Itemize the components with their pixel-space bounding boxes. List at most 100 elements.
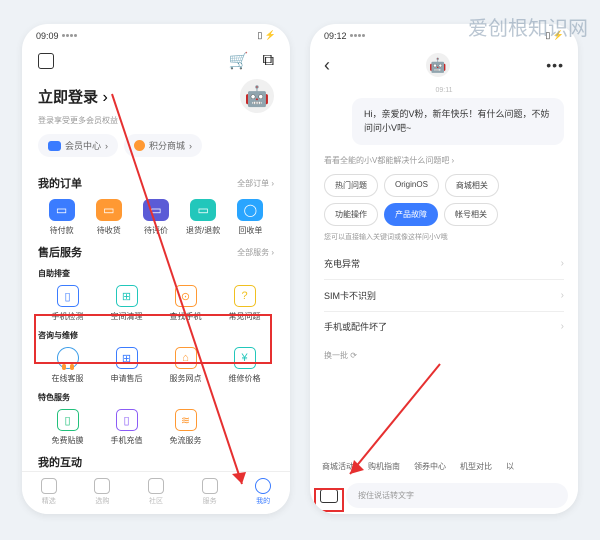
status-icons: ▯ ⚡ [257,30,276,41]
clean-icon: ⊞ [116,285,138,307]
avatar[interactable]: 🤖 [240,79,274,113]
heart-icon [41,478,57,494]
order-pending-receive[interactable]: ▭待收货 [87,199,131,236]
faq-sim[interactable]: SIM卡不识别› [310,280,578,311]
help-prompt[interactable]: 看看全能的小V都能解决什么问题吧 › [310,155,578,166]
faq-charge[interactable]: 充电异常› [310,248,578,279]
settings-icon[interactable] [38,53,54,69]
apply-aftersales[interactable]: ⊞申请售后 [97,347,156,384]
chip-mall[interactable]: 商城相关 [445,174,499,197]
status-bar: 09:12 ▯ ⚡ [310,24,578,47]
login-arrow: › [102,89,107,106]
online-service[interactable]: 在线客服 [38,347,97,384]
nav-featured[interactable]: 精选 [41,478,57,506]
chevron-right-icon: › [561,258,564,269]
bag-icon [94,478,110,494]
cat-mall-activity[interactable]: 商城活动 [322,461,354,472]
chevron-right-icon: › [561,321,564,332]
chat-timestamp: 09:11 [310,87,578,94]
cart-icon[interactable]: 🛒 [229,51,249,71]
aftersales-title: 售后服务 [38,244,82,260]
login-subtitle: 登录享受更多会员权益 [22,113,290,134]
consult-title: 咨询与维修 [38,330,274,341]
orders-link[interactable]: 全部订单 › [237,178,274,189]
order-refund[interactable]: ▭退货/退款 [181,199,225,236]
free-data[interactable]: ≋免流服务 [156,409,215,446]
category-scroll[interactable]: 商城活动 购机指南 领券中心 机型对比 以 [310,455,578,478]
phone-right: 09:12 ▯ ⚡ ‹ 🤖 ••• 09:11 Hi，亲爱的V粉，新年快乐！有什… [310,24,578,514]
find-phone[interactable]: ⊙查找手机 [156,285,215,322]
special-title: 特色服务 [38,392,274,403]
chip-function[interactable]: 功能操作 [324,203,378,226]
interact-title: 我的互动 [38,454,82,470]
chip-product-fault[interactable]: 产品故障 [384,203,438,226]
phone-icon: ▯ [57,285,79,307]
service-point[interactable]: ⌂服务网点 [156,347,215,384]
faq-broken[interactable]: 手机或配件坏了› [310,311,578,342]
refund-icon: ▭ [190,199,216,221]
space-clean[interactable]: ⊞空间清理 [97,285,156,322]
form-icon: ⊞ [116,347,138,369]
aftersales-link[interactable]: 全部服务 › [237,247,274,258]
order-pending-review[interactable]: ▭待评价 [134,199,178,236]
nav-community[interactable]: 社区 [148,478,164,506]
chip-hot[interactable]: 热门问题 [324,174,378,197]
status-icons: ▯ ⚡ [545,30,564,41]
repair-price[interactable]: ¥维修价格 [215,347,274,384]
greeting-bubble: Hi，亲爱的V粉，新年快乐！有什么问题，不妨问问小V吧~ [352,98,564,145]
locate-icon: ⊙ [175,285,197,307]
wallet-icon: ▭ [49,199,75,221]
free-film[interactable]: ▯免费贴膜 [38,409,97,446]
member-center-pill[interactable]: 会员中心 › [38,134,118,157]
shield-icon [202,478,218,494]
chevron-right-icon: › [561,290,564,301]
more-button[interactable]: ••• [546,57,564,73]
coin-icon [134,140,145,151]
chip-account[interactable]: 帐号相关 [444,203,498,226]
community-icon [148,478,164,494]
question-icon: ? [234,285,256,307]
chip-hint: 您可以直接输入关键词或像这样问小V哦 [310,232,578,242]
nav-mine[interactable]: 我的 [255,478,271,506]
self-check-title: 自助排查 [38,268,274,279]
location-icon: ⌂ [175,347,197,369]
member-center-label: 会员中心 [65,139,101,152]
bottom-nav: 精选 选购 社区 服务 我的 [22,471,290,514]
user-icon [255,478,271,494]
orders-title: 我的订单 [38,175,82,191]
headset-icon [57,347,79,369]
phone-left: 09:09 ▯ ⚡ 🛒 ⧉ 立即登录 › 🤖 登录享受更多会员权益 会员中心 [22,24,290,514]
back-button[interactable]: ‹ [324,55,330,76]
price-icon: ¥ [234,347,256,369]
scan-icon[interactable]: ⧉ [263,52,274,70]
refresh-button[interactable]: 换一批 ⟳ [310,342,578,369]
order-recycle[interactable]: ◯回收单 [228,199,272,236]
status-bar: 09:09 ▯ ⚡ [22,24,290,47]
recharge-icon: ▯ [116,409,138,431]
phone-check[interactable]: ▯手机检测 [38,285,97,322]
points-mall-pill[interactable]: 积分商城 › [124,134,202,157]
diamond-icon [48,141,61,151]
phone-recharge[interactable]: ▯手机充值 [97,409,156,446]
bot-avatar: 🤖 [426,53,450,77]
order-pending-pay[interactable]: ▭待付款 [40,199,84,236]
truck-icon: ▭ [96,199,122,221]
cat-compare[interactable]: 机型对比 [460,461,492,472]
points-mall-label: 积分商城 [149,139,185,152]
nav-service[interactable]: 服务 [202,478,218,506]
cat-coupon[interactable]: 领券中心 [414,461,446,472]
keyboard-icon[interactable] [320,489,338,503]
status-time: 09:09 [36,31,59,41]
voice-input[interactable]: 按住说话转文字 [346,483,568,508]
nav-shop[interactable]: 选购 [94,478,110,506]
status-time: 09:12 [324,31,347,41]
cat-more[interactable]: 以 [506,461,514,472]
cat-buy-guide[interactable]: 购机指南 [368,461,400,472]
film-icon: ▯ [57,409,79,431]
recycle-icon: ◯ [237,199,263,221]
login-title[interactable]: 立即登录 [38,89,98,106]
chat-icon: ▭ [143,199,169,221]
chip-originos[interactable]: OriginOS [384,174,439,197]
data-icon: ≋ [175,409,197,431]
faq[interactable]: ?常见问题 [215,285,274,322]
